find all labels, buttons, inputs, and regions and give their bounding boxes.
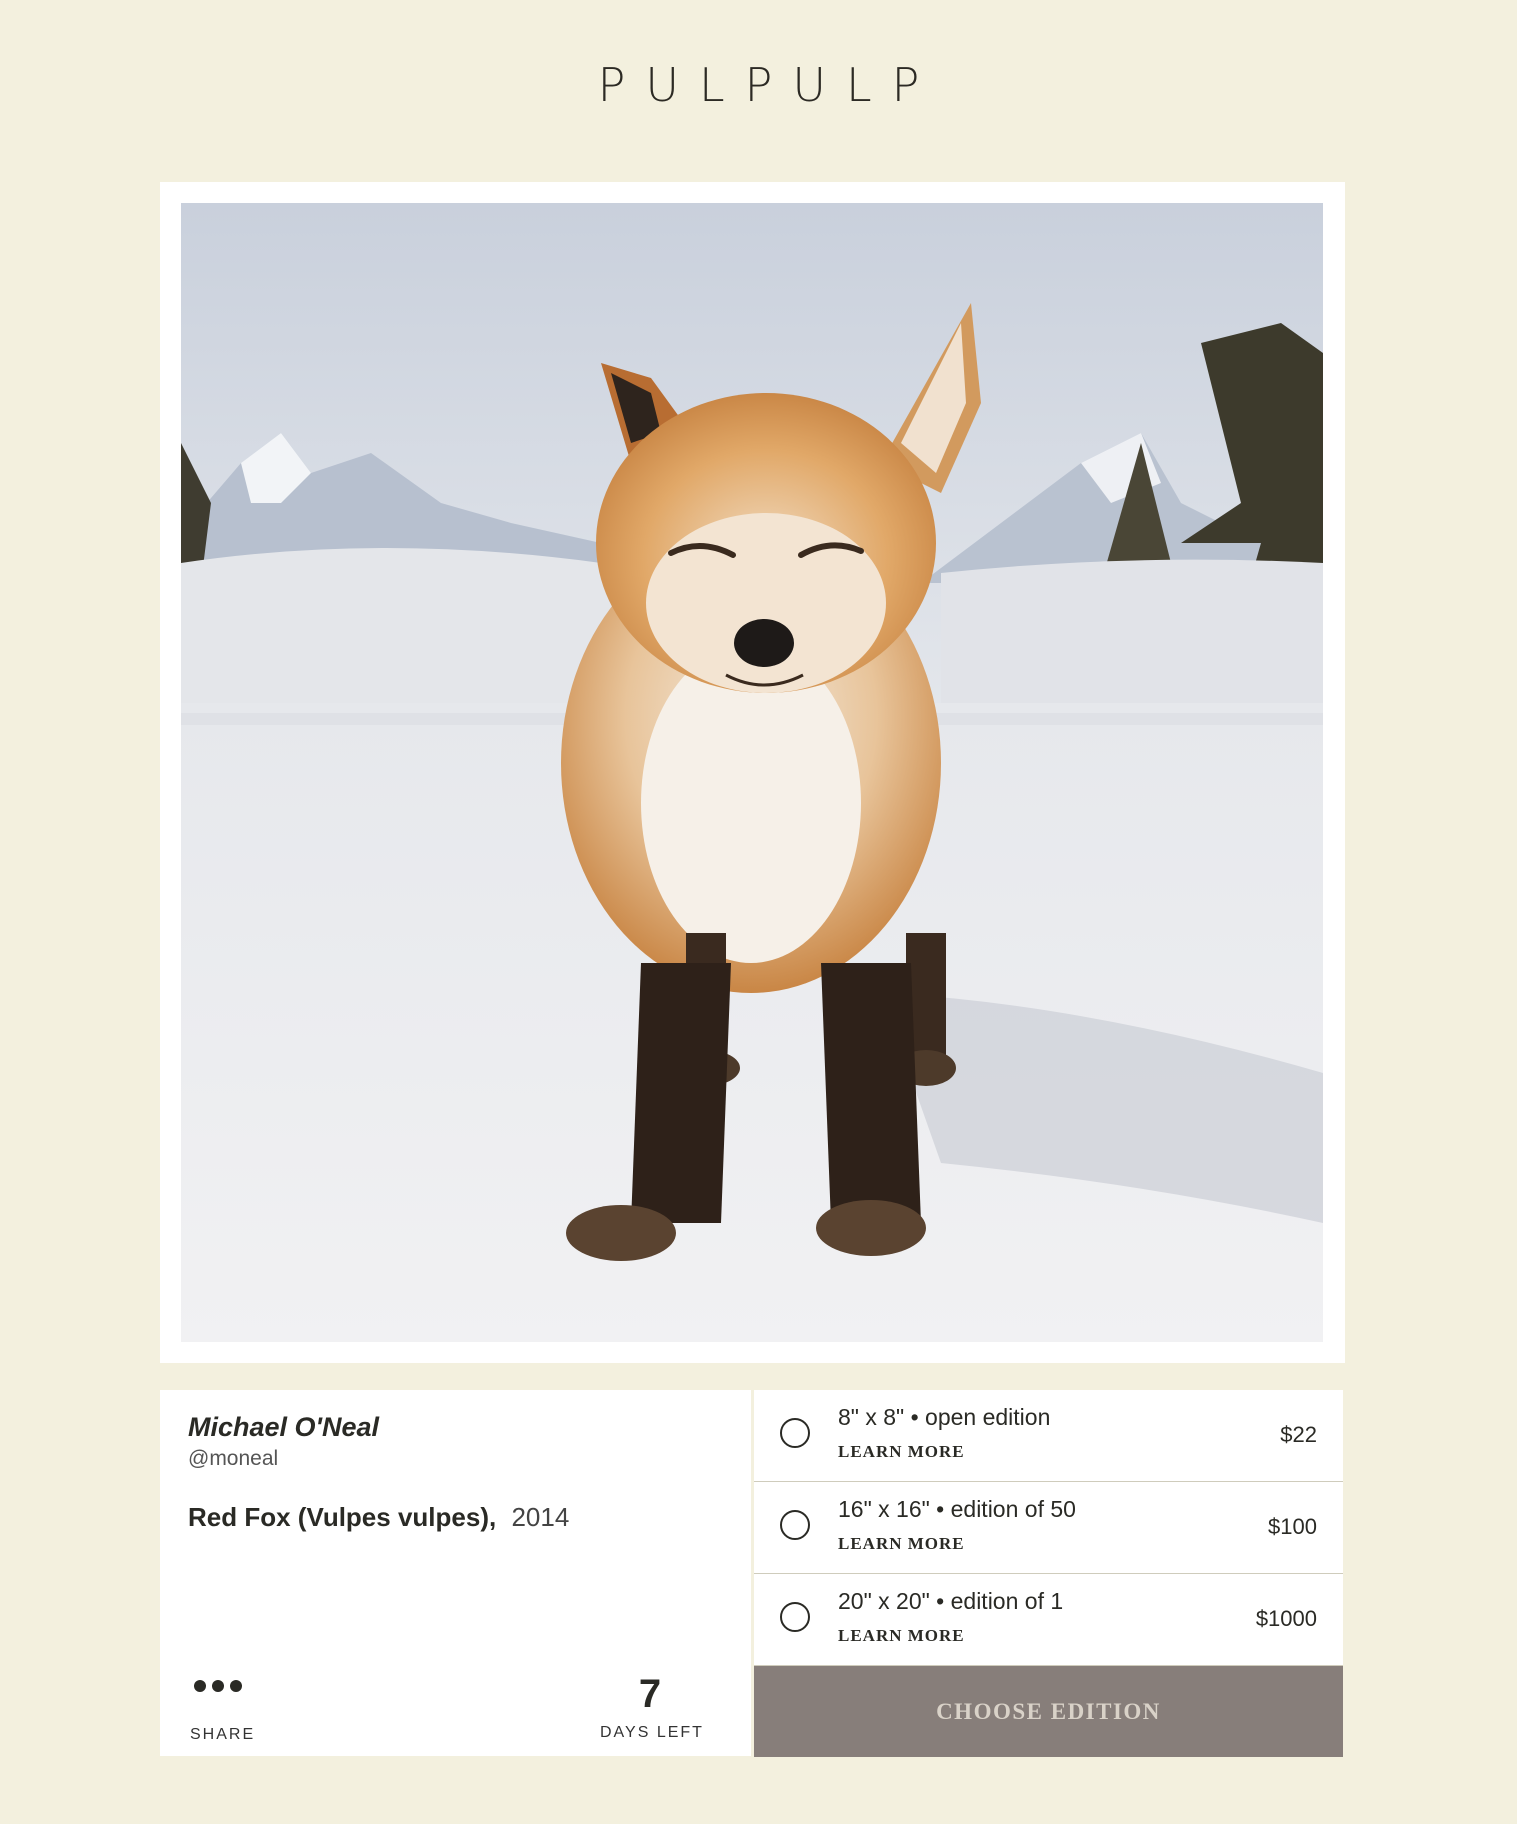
edition-option[interactable]: 8" x 8" • open edition LEARN MORE $22 bbox=[754, 1390, 1343, 1482]
edition-option[interactable]: 16" x 16" • edition of 50 LEARN MORE $10… bbox=[754, 1482, 1343, 1574]
dot bbox=[194, 1680, 206, 1692]
artwork-title-line: Red Fox (Vulpes vulpes), 2014 bbox=[188, 1502, 569, 1533]
edition-description: 8" x 8" • open edition bbox=[838, 1404, 1051, 1430]
edition-price: $100 bbox=[1268, 1514, 1317, 1539]
choose-edition-button[interactable]: CHOOSE EDITION bbox=[754, 1666, 1343, 1757]
edition-radio[interactable] bbox=[780, 1418, 810, 1448]
share-label[interactable]: SHARE bbox=[190, 1726, 255, 1744]
days-left-label: DAYS LEFT bbox=[600, 1724, 704, 1741]
days-left-count: 7 bbox=[638, 1672, 662, 1716]
edition-description: 16" x 16" • edition of 50 bbox=[838, 1496, 1076, 1522]
learn-more-link[interactable]: LEARN MORE bbox=[838, 1534, 965, 1554]
edition-price: $1000 bbox=[1255, 1606, 1317, 1631]
edition-radio[interactable] bbox=[780, 1510, 810, 1540]
artwork-frame bbox=[160, 182, 1345, 1363]
edition-radio[interactable] bbox=[780, 1602, 810, 1632]
dot bbox=[230, 1680, 242, 1692]
artwork-title: Red Fox (Vulpes vulpes), bbox=[188, 1502, 497, 1532]
more-dots-icon[interactable] bbox=[194, 1680, 242, 1692]
brand-logo[interactable]: PULPULP bbox=[0, 58, 1517, 112]
artist-handle[interactable]: @moneal bbox=[188, 1447, 278, 1471]
fox-photo-illustration bbox=[181, 203, 1323, 1342]
artwork-year: 2014 bbox=[511, 1502, 570, 1532]
artwork-photo[interactable] bbox=[181, 203, 1323, 1342]
edition-price: $22 bbox=[1280, 1422, 1317, 1447]
learn-more-link[interactable]: LEARN MORE bbox=[838, 1442, 965, 1462]
learn-more-link[interactable]: LEARN MORE bbox=[838, 1626, 965, 1646]
edition-description: 20" x 20" • edition of 1 bbox=[838, 1588, 1064, 1614]
dot bbox=[212, 1680, 224, 1692]
edition-option[interactable]: 20" x 20" • edition of 1 LEARN MORE $100… bbox=[754, 1574, 1343, 1666]
artwork-info-card: Michael O'Neal @moneal Red Fox (Vulpes v… bbox=[160, 1390, 751, 1756]
edition-options: 8" x 8" • open edition LEARN MORE $22 16… bbox=[754, 1390, 1343, 1666]
artist-name[interactable]: Michael O'Neal bbox=[188, 1412, 379, 1443]
